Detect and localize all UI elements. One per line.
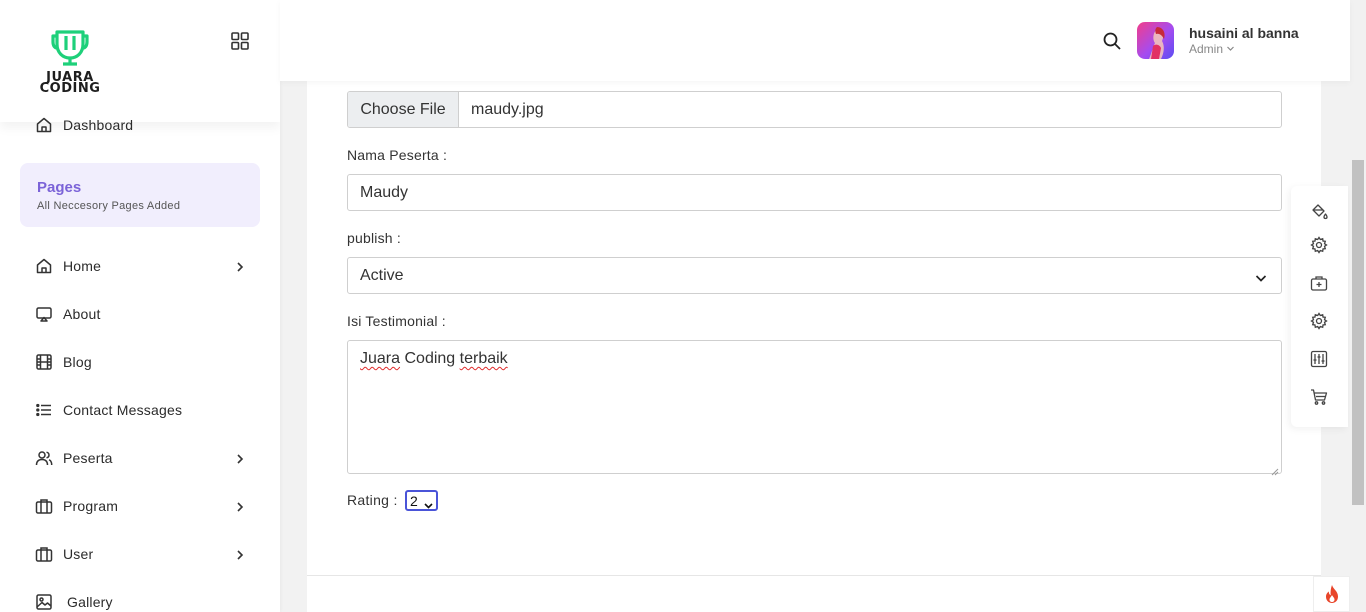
user-name: husaini al banna (1189, 25, 1299, 41)
chevron-down-icon (424, 497, 433, 509)
sliders-icon[interactable] (1310, 350, 1328, 368)
user-role-dropdown[interactable]: Admin (1189, 42, 1235, 56)
customizer-panel (1291, 186, 1348, 427)
textarea-word: Coding (404, 350, 456, 367)
chevron-down-icon (1226, 42, 1235, 56)
chevron-right-icon (234, 452, 246, 464)
chevron-down-icon (1255, 271, 1267, 283)
sidebar-item-label: About (63, 306, 101, 322)
paint-bucket-icon[interactable] (1310, 202, 1328, 220)
card-footer-divider (307, 575, 1321, 576)
cart-icon[interactable] (1310, 388, 1328, 406)
home-icon (35, 257, 53, 275)
topbar: husaini al banna Admin (280, 0, 1350, 81)
sidebar-item-user[interactable]: User (35, 543, 250, 565)
selected-file-name: maudy.jpg (471, 100, 544, 118)
avatar[interactable] (1137, 22, 1174, 59)
brand-wordmark: JUARA CODING (39, 70, 101, 96)
form-card: Choose File maudy.jpg Nama Peserta : Mau… (307, 81, 1321, 612)
search-icon[interactable] (1102, 31, 1122, 51)
chevron-right-icon (234, 548, 246, 560)
sidebar-item-gallery[interactable]: Gallery (35, 591, 250, 612)
publish-select[interactable]: Active (347, 257, 1282, 294)
sidebar-header: JUARA CODING (0, 0, 280, 122)
fire-icon[interactable] (1313, 576, 1350, 612)
monitor-icon (35, 305, 53, 323)
publish-label: publish : (347, 230, 401, 246)
pages-section-title: Pages (37, 179, 82, 196)
rating-select[interactable]: 2 (405, 490, 438, 511)
isi-testimonial-textarea[interactable]: Juara Coding terbaik (347, 340, 1282, 476)
rating-label: Rating : (347, 492, 398, 508)
pages-section: Pages All Neccesory Pages Added (20, 163, 260, 227)
chevron-right-icon (234, 500, 246, 512)
sidebar-item-label: Home (63, 258, 102, 274)
sidebar-item-label: Gallery (67, 594, 113, 610)
publish-select-value: Active (360, 266, 404, 284)
sidebar-item-contact-messages[interactable]: Contact Messages (35, 399, 250, 421)
pages-section-subtitle: All Neccesory Pages Added (37, 200, 181, 212)
sidebar-item-label: Program (63, 498, 119, 514)
sidebar-item-dashboard[interactable]: Dashboard (35, 114, 250, 136)
list-icon (35, 401, 53, 419)
sidebar-item-peserta[interactable]: Peserta (35, 447, 250, 469)
user-role-label: Admin (1189, 42, 1224, 56)
choose-file-button[interactable]: Choose File (348, 92, 459, 127)
rating-select-value: 2 (410, 492, 418, 509)
film-icon (35, 353, 53, 371)
sidebar-item-program[interactable]: Program (35, 495, 250, 517)
grid-menu-icon[interactable] (230, 31, 250, 51)
scrollbar-thumb[interactable] (1352, 160, 1364, 505)
photo-file-input[interactable]: Choose File maudy.jpg (347, 91, 1282, 128)
nama-peserta-input[interactable]: Maudy (347, 174, 1282, 211)
page-scrollbar[interactable] (1350, 0, 1366, 612)
sidebar-item-label: User (63, 546, 94, 562)
briefcase-icon (35, 497, 53, 515)
sidebar-item-about[interactable]: About (35, 303, 250, 325)
sidebar-item-home[interactable]: Home (35, 255, 250, 277)
sidebar-item-label: Contact Messages (63, 402, 183, 418)
textarea-word: terbaik (459, 350, 508, 367)
briefcase-icon (35, 545, 53, 563)
trophy-logo-icon (51, 30, 89, 66)
briefcase-plus-icon[interactable] (1310, 274, 1328, 292)
sidebar-item-label: Blog (63, 354, 92, 370)
brand-logo[interactable]: JUARA CODING (33, 26, 107, 96)
resize-handle-icon[interactable] (1271, 463, 1279, 476)
gear-icon[interactable] (1310, 236, 1328, 254)
gear-icon[interactable] (1310, 312, 1328, 330)
textarea-word: Juara (360, 350, 401, 367)
sidebar-item-label: Dashboard (63, 117, 134, 133)
nama-peserta-label: Nama Peserta : (347, 147, 448, 163)
chevron-right-icon (234, 260, 246, 272)
isi-testimonial-label: Isi Testimonial : (347, 313, 446, 329)
sidebar-item-blog[interactable]: Blog (35, 351, 250, 373)
sidebar: JUARA CODING Dashboard Pages All Necceso… (0, 0, 280, 612)
sidebar-item-label: Peserta (63, 450, 113, 466)
users-icon (35, 449, 53, 467)
home-icon (35, 116, 53, 134)
image-icon (35, 593, 53, 611)
